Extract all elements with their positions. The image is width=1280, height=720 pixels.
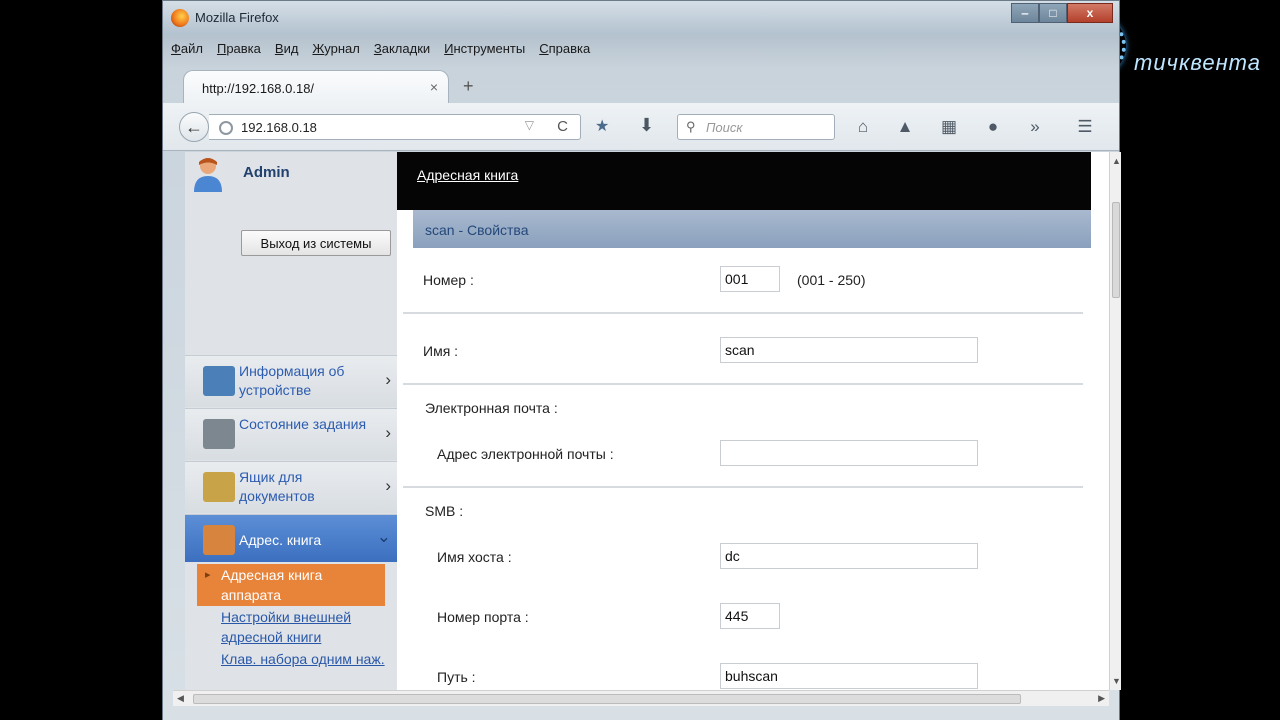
sync-icon[interactable]: ● xyxy=(981,115,1005,139)
scroll-right-icon[interactable]: ▶ xyxy=(1098,693,1105,704)
vertical-scroll-thumb[interactable] xyxy=(1112,202,1120,298)
email-address-label: Адрес электронной почты : xyxy=(437,446,614,462)
search-box[interactable]: ⚲ xyxy=(677,114,835,140)
subnav-external-address-book[interactable]: Настройки внешней адресной книги xyxy=(197,606,385,648)
name-label: Имя : xyxy=(423,343,459,359)
download-icon[interactable]: ⬇ xyxy=(639,115,654,136)
menu-bookmarks[interactable]: Закладки xyxy=(374,41,430,61)
tab-strip: http://192.168.0.18/ × + xyxy=(171,67,1111,104)
menu-help[interactable]: Справка xyxy=(539,41,590,61)
port-number-label: Номер порта : xyxy=(437,609,529,625)
watermark-text: тичквента xyxy=(1134,50,1261,75)
number-field[interactable] xyxy=(720,266,780,292)
close-button[interactable]: x xyxy=(1067,3,1113,23)
user-name: Admin xyxy=(243,164,290,181)
number-range-hint: (001 - 250) xyxy=(797,272,866,288)
minimize-button[interactable]: ‒ xyxy=(1011,3,1039,23)
menu-bar: Файл Правка Вид Журнал Закладки Инструме… xyxy=(171,41,590,61)
bookmark-icon[interactable]: ★ xyxy=(595,116,609,136)
breadcrumb-address-book[interactable]: Адресная книга xyxy=(417,167,518,183)
horizontal-scroll-thumb[interactable] xyxy=(193,694,1021,704)
number-label: Номер : xyxy=(423,272,474,288)
tab-close-icon[interactable]: × xyxy=(430,79,438,95)
sidebar: Admin Выход из системы Информация об уст… xyxy=(185,152,397,690)
smb-section-label: SMB : xyxy=(425,503,464,519)
divider xyxy=(403,312,1083,314)
overflow-icon[interactable]: » xyxy=(1023,115,1047,139)
firefox-logo-icon xyxy=(171,9,189,27)
horizontal-scrollbar[interactable]: ◀ ▶ xyxy=(173,690,1109,706)
search-input[interactable] xyxy=(706,118,830,136)
main-panel: Адресная книга scan - Свойства Номер : (… xyxy=(397,152,1091,690)
browser-window: Mozilla Firefox ‒ □ x Файл Правка Вид Жу… xyxy=(162,0,1121,720)
menu-edit[interactable]: Правка xyxy=(217,41,261,61)
path-field[interactable] xyxy=(720,663,978,689)
port-number-field[interactable] xyxy=(720,603,780,629)
chevron-right-icon: › xyxy=(385,370,391,389)
menu-view[interactable]: Вид xyxy=(275,41,299,61)
main-header: Адресная книга xyxy=(397,152,1091,210)
menu-icon[interactable]: ☰ xyxy=(1073,115,1097,139)
path-label: Путь : xyxy=(437,669,476,685)
address-book-submenu: Адресная книга аппарата Настройки внешне… xyxy=(185,564,397,670)
page-content: Admin Выход из системы Информация об уст… xyxy=(185,152,1109,690)
name-field[interactable] xyxy=(720,337,978,363)
tab-title: http://192.168.0.18/ xyxy=(202,81,315,96)
title-bar: Mozilla Firefox ‒ □ x xyxy=(163,1,1119,35)
url-bar[interactable]: 192.168.0.18 ▽ C xyxy=(209,114,581,140)
sidebar-item-label: Состояние задания xyxy=(239,416,367,432)
subnav-device-address-book[interactable]: Адресная книга аппарата xyxy=(197,564,385,606)
device-info-icon xyxy=(203,366,235,396)
scroll-down-icon[interactable]: ▼ xyxy=(1112,676,1121,686)
divider xyxy=(403,383,1083,385)
new-tab-button[interactable]: + xyxy=(463,76,474,97)
window-title: Mozilla Firefox xyxy=(195,10,279,25)
globe-icon xyxy=(219,121,233,135)
scroll-left-icon[interactable]: ◀ xyxy=(177,693,184,704)
email-section-label: Электронная почта : xyxy=(425,400,558,416)
url-history-dropdown-icon[interactable]: ▽ xyxy=(525,118,534,132)
maximize-button[interactable]: □ xyxy=(1039,3,1067,23)
menu-history[interactable]: Журнал xyxy=(312,41,359,61)
host-name-label: Имя хоста : xyxy=(437,549,512,565)
back-button[interactable]: ← xyxy=(179,112,209,142)
sidebar-item-job-status[interactable]: Состояние задания › xyxy=(185,408,397,460)
sidebar-item-label: Адрес. книга xyxy=(239,532,322,548)
menu-file[interactable]: Файл xyxy=(171,41,203,61)
document-box-icon xyxy=(203,472,235,502)
navigation-toolbar: ← 192.168.0.18 ▽ C ★ ⬇ ⚲ ⌂ ▲ ▦ ● » ☰ xyxy=(163,103,1119,151)
pocket-icon[interactable]: ▲ xyxy=(893,115,917,139)
email-address-field[interactable] xyxy=(720,440,978,466)
sidebar-item-address-book[interactable]: Адрес. книга ⌄ xyxy=(185,514,397,562)
reload-icon[interactable]: C xyxy=(557,118,568,135)
subnav-one-touch-keys[interactable]: Клав. набора одним наж. xyxy=(197,648,385,670)
window-controls: ‒ □ x xyxy=(1011,3,1113,23)
sidebar-item-label: Информация об устройстве xyxy=(239,363,345,398)
url-text[interactable]: 192.168.0.18 xyxy=(241,120,317,135)
search-icon: ⚲ xyxy=(686,119,696,134)
sidebar-item-device-info[interactable]: Информация об устройстве › xyxy=(185,355,397,407)
browser-tab[interactable]: http://192.168.0.18/ × xyxy=(183,70,449,104)
chevron-down-icon: ⌄ xyxy=(376,527,391,546)
screen: тичквента Mozilla Firefox ‒ □ x Файл Пра… xyxy=(0,0,1280,720)
sidebar-item-document-box[interactable]: Ящик для документов › xyxy=(185,461,397,513)
scroll-up-icon[interactable]: ▲ xyxy=(1112,156,1121,166)
job-status-icon xyxy=(203,419,235,449)
sidebar-item-label: Ящик для документов xyxy=(239,469,315,504)
page-title: scan - Свойства xyxy=(425,222,529,238)
divider xyxy=(403,486,1083,488)
menu-tools[interactable]: Инструменты xyxy=(444,41,525,61)
user-avatar-icon xyxy=(194,158,222,192)
host-name-field[interactable] xyxy=(720,543,978,569)
screenshot-icon[interactable]: ▦ xyxy=(937,115,961,139)
home-icon[interactable]: ⌂ xyxy=(851,115,875,139)
vertical-scrollbar[interactable]: ▲ ▼ xyxy=(1109,152,1121,690)
chevron-right-icon: › xyxy=(385,476,391,495)
properties-header: scan - Свойства xyxy=(413,210,1091,248)
logout-button[interactable]: Выход из системы xyxy=(241,230,391,256)
address-book-icon xyxy=(203,525,235,555)
chevron-right-icon: › xyxy=(385,423,391,442)
